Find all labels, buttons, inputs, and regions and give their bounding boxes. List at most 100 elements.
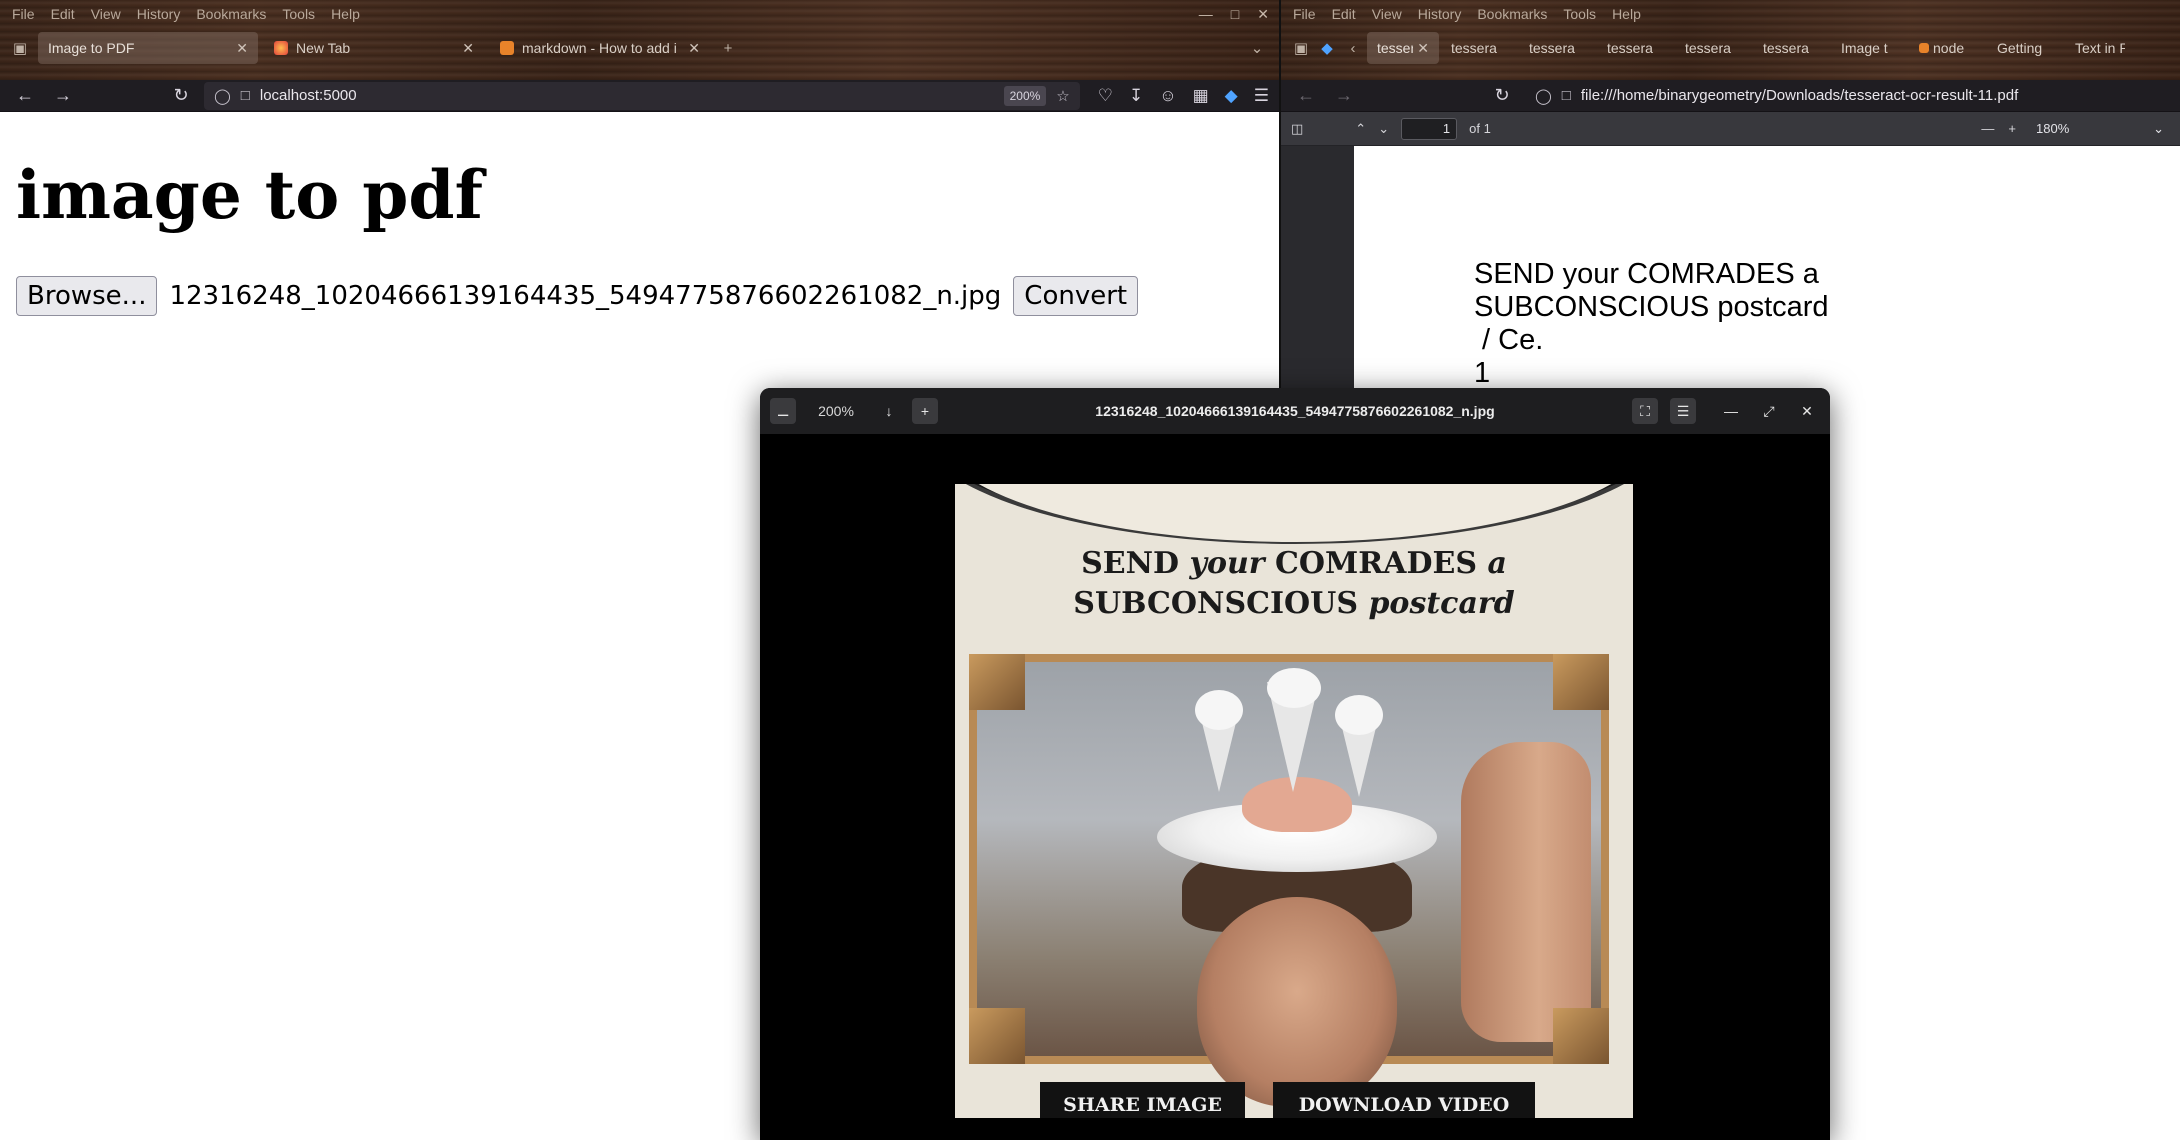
zoom-select[interactable]: 180% ⌄ — [2030, 116, 2170, 141]
tab-tesseract-2[interactable]: tessera — [1441, 32, 1517, 64]
scroll-tabs-left-icon[interactable]: ‹ — [1341, 36, 1365, 60]
image-viewer-header: ⚊ 200% ↓ + 12316248_10204666139164435_54… — [760, 388, 1830, 434]
fullscreen-icon[interactable]: ⛶ — [1632, 398, 1658, 424]
face-illustration — [1197, 897, 1397, 1107]
page-info-icon[interactable]: □ — [1562, 87, 1571, 104]
close-icon[interactable]: ✕ — [1794, 398, 1820, 424]
menu-file[interactable]: File — [1287, 0, 1322, 28]
reload-icon[interactable]: ↻ — [1487, 81, 1517, 111]
bookmark-star-icon[interactable]: ☆ — [1056, 87, 1069, 105]
minimize-icon[interactable]: — — [1199, 6, 1213, 23]
menu-file[interactable]: File — [6, 0, 41, 28]
page-info-icon[interactable]: □ — [241, 87, 250, 104]
maximize-icon[interactable]: □ — [1231, 6, 1239, 23]
stackoverflow-favicon-icon — [1919, 43, 1929, 53]
tab-label: Image to PDF — [48, 40, 135, 56]
firefox-view-icon[interactable]: ▣ — [1289, 36, 1313, 60]
tab-image-to[interactable]: Image t — [1831, 32, 1907, 64]
tab-node[interactable]: node — [1909, 32, 1985, 64]
forward-arrow-icon[interactable]: → — [1329, 81, 1359, 111]
url-text[interactable]: localhost:5000 — [260, 87, 357, 104]
tab-label: Text in P — [2075, 40, 2125, 56]
tab-label: tessera — [1451, 40, 1497, 56]
zoom-in-icon[interactable]: + — [912, 398, 938, 424]
reload-icon[interactable]: ↻ — [166, 81, 196, 111]
gem-extension-icon[interactable]: ◆ — [1225, 86, 1238, 106]
menu-bookmarks[interactable]: Bookmarks — [1471, 0, 1553, 28]
menu-edit[interactable]: Edit — [45, 0, 81, 28]
tab-close-icon[interactable]: ✕ — [454, 40, 474, 57]
shield-icon[interactable]: ◯ — [214, 87, 231, 105]
page-count: of 1 — [1469, 121, 1491, 136]
scoop-illustration — [1335, 695, 1383, 735]
postcard-heading: SEND your COMRADES a SUBCONSCIOUS postca… — [955, 544, 1633, 624]
tab-tesseract-6[interactable]: tessera — [1753, 32, 1829, 64]
new-tab-plus-icon[interactable]: + — [716, 36, 740, 60]
menu-view[interactable]: View — [1366, 0, 1408, 28]
firefox-favicon-icon — [274, 41, 288, 55]
tab-text-in-p[interactable]: Text in P — [2065, 32, 2135, 64]
tab-tesseract-active[interactable]: tesser ✕ — [1367, 32, 1439, 64]
download-video-button: DOWNLOAD VIDEO — [1273, 1082, 1535, 1118]
browse-button[interactable]: Browse... — [16, 276, 158, 316]
tab-close-icon[interactable]: ✕ — [228, 40, 248, 57]
menu-history[interactable]: History — [131, 0, 187, 28]
pocket-icon[interactable]: ♡ — [1098, 86, 1113, 106]
menu-icon[interactable]: ☰ — [1670, 398, 1696, 424]
zoom-level-badge[interactable]: 200% — [1003, 85, 1047, 106]
zoom-out-icon[interactable]: — — [1981, 121, 1994, 136]
forward-arrow-icon[interactable]: → — [48, 81, 78, 111]
pdf-zoom-controls: — + 180% ⌄ — [1981, 116, 2170, 141]
zoom-out-icon[interactable]: ⚊ — [770, 398, 796, 424]
tab-close-icon[interactable]: ✕ — [1413, 40, 1429, 57]
menu-help[interactable]: Help — [325, 0, 366, 28]
menu-tools[interactable]: Tools — [276, 0, 321, 28]
menu-tools[interactable]: Tools — [1557, 0, 1602, 28]
tab-label: Image t — [1841, 40, 1888, 56]
maximize-icon[interactable]: ⤢ — [1756, 398, 1782, 424]
pinned-tab-gem-icon[interactable]: ◆ — [1315, 36, 1339, 60]
back-arrow-icon[interactable]: ← — [1291, 81, 1321, 111]
tab-close-icon[interactable]: ✕ — [680, 40, 700, 57]
tab-markdown[interactable]: markdown - How to add i ✕ — [490, 32, 710, 64]
close-icon[interactable]: ✕ — [1257, 6, 1269, 23]
tab-tesseract-3[interactable]: tessera — [1519, 32, 1595, 64]
account-icon[interactable]: ☺ — [1159, 86, 1176, 106]
downloads-icon[interactable]: ↧ — [1129, 86, 1143, 106]
tab-getting[interactable]: Getting — [1987, 32, 2063, 64]
shield-icon[interactable]: ◯ — [1535, 87, 1552, 105]
zoom-in-icon[interactable]: + — [2008, 121, 2016, 136]
next-page-icon[interactable]: ⌄ — [1378, 121, 1389, 137]
page-number-input[interactable]: 1 — [1401, 117, 1458, 140]
left-url-bar[interactable]: ◯ □ localhost:5000 200% ☆ — [204, 81, 1080, 110]
sidebar-toggle-icon[interactable]: ◫ — [1291, 121, 1303, 137]
menu-history[interactable]: History — [1412, 0, 1468, 28]
previous-page-icon[interactable]: ⌃ — [1355, 121, 1366, 137]
tab-list-chevron-icon[interactable]: ⌄ — [1245, 36, 1269, 60]
zoom-level[interactable]: 200% — [796, 403, 876, 419]
firefox-view-icon[interactable]: ▣ — [8, 36, 32, 60]
tab-label: New Tab — [296, 40, 351, 56]
menu-help[interactable]: Help — [1606, 0, 1647, 28]
tab-image-to-pdf[interactable]: Image to PDF ✕ — [38, 32, 258, 64]
back-arrow-icon[interactable]: ← — [10, 81, 40, 111]
right-url-bar[interactable]: ◯ □ file:///home/binarygeometry/Download… — [1525, 82, 2170, 110]
tab-new-tab[interactable]: New Tab ✕ — [264, 32, 484, 64]
frame-corner — [969, 1008, 1025, 1064]
hamburger-menu-icon[interactable]: ☰ — [1254, 86, 1269, 106]
tab-tesseract-4[interactable]: tessera — [1597, 32, 1673, 64]
left-navbar: ← → ↻ ◯ □ localhost:5000 200% ☆ ♡ ↧ ☺ ▦ … — [0, 80, 1279, 112]
menu-view[interactable]: View — [85, 0, 127, 28]
tab-tesseract-5[interactable]: tessera — [1675, 32, 1751, 64]
extensions-icon[interactable]: ▦ — [1193, 86, 1209, 106]
menu-bookmarks[interactable]: Bookmarks — [190, 0, 272, 28]
postcard-word: COMRADES — [1264, 546, 1488, 581]
menu-edit[interactable]: Edit — [1326, 0, 1362, 28]
url-text[interactable]: file:///home/binarygeometry/Downloads/te… — [1581, 87, 2018, 104]
zoom-dropdown-arrow-icon[interactable]: ↓ — [876, 398, 902, 424]
tab-label: markdown - How to add i — [522, 40, 677, 56]
tab-label: tesser — [1377, 40, 1414, 56]
convert-button[interactable]: Convert — [1013, 276, 1139, 316]
minimize-icon[interactable]: — — [1718, 398, 1744, 424]
window-controls: — □ ✕ — [1199, 6, 1279, 23]
